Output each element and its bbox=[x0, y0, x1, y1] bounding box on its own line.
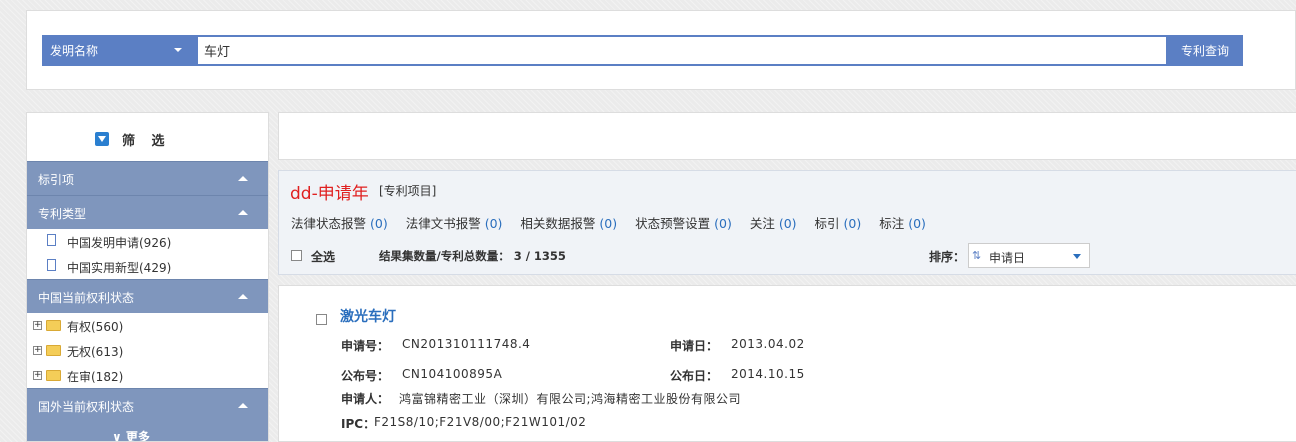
project-tag: [专利项目] bbox=[379, 184, 437, 198]
more-button[interactable]: ∨ 更多 bbox=[27, 422, 268, 442]
section-label: 标引项 bbox=[38, 173, 75, 187]
section-label: 国外当前权利状态 bbox=[38, 400, 135, 414]
app-no-label: 申请号： bbox=[341, 339, 390, 353]
result-checkbox[interactable] bbox=[316, 314, 327, 325]
section-cn-rights-status[interactable]: 中国当前权利状态 bbox=[27, 279, 268, 313]
project-title: dd-申请年 bbox=[290, 184, 369, 204]
select-all-label: 全选 bbox=[311, 250, 336, 264]
expand-plus-icon[interactable]: + bbox=[33, 371, 42, 380]
action-follow[interactable]: 关注 (0) bbox=[750, 216, 797, 231]
sort-label: 排序： bbox=[929, 250, 966, 264]
search-panel: 发明名称 专利查询 bbox=[26, 10, 1296, 90]
chevron-down-icon bbox=[174, 48, 182, 52]
expand-plus-icon[interactable]: + bbox=[33, 321, 42, 330]
filter-item-label: 中国发明申请(926) bbox=[67, 236, 172, 250]
chevron-down-icon bbox=[1073, 254, 1081, 259]
folder-icon bbox=[46, 345, 61, 356]
document-icon bbox=[47, 259, 56, 271]
action-legal-status-alert[interactable]: 法律状态报警 (0) bbox=[291, 216, 388, 231]
search-input[interactable] bbox=[196, 35, 1168, 66]
app-date-value: 2013.04.02 bbox=[731, 337, 805, 351]
filter-item-valid[interactable]: + 有权(560) bbox=[27, 313, 268, 338]
filter-sidebar: 筛 选 标引项 专利类型 中国发明申请(926) 中国实用新型(429) 中国当… bbox=[26, 112, 269, 442]
action-label: 关注 bbox=[749, 216, 775, 231]
action-count: (0) bbox=[599, 216, 618, 231]
folder-icon bbox=[46, 320, 61, 331]
action-annotate[interactable]: 标注 (0) bbox=[879, 216, 926, 231]
patent-search-button[interactable]: 专利查询 bbox=[1167, 35, 1243, 66]
chevron-up-icon[interactable] bbox=[238, 210, 248, 215]
expand-plus-icon[interactable]: + bbox=[33, 346, 42, 355]
filter-item-label: 在审(182) bbox=[67, 370, 124, 384]
document-icon bbox=[47, 234, 56, 246]
filter-item-label: 中国实用新型(429) bbox=[67, 261, 172, 275]
app-date-label: 申请日： bbox=[670, 339, 719, 353]
select-all-checkbox[interactable] bbox=[291, 250, 302, 261]
chevron-up-icon[interactable] bbox=[238, 403, 248, 408]
action-label: 相关数据报警 bbox=[520, 216, 596, 231]
section-label: 专利类型 bbox=[38, 207, 87, 221]
action-label: 法律状态报警 bbox=[291, 216, 367, 231]
action-label: 状态预警设置 bbox=[635, 216, 711, 231]
main-top-panel bbox=[278, 112, 1296, 160]
app-no-value: CN201310111748.4 bbox=[402, 337, 531, 351]
search-field-label: 发明名称 bbox=[50, 44, 99, 58]
filter-item-label: 有权(560) bbox=[67, 320, 124, 334]
action-count: (0) bbox=[778, 216, 797, 231]
sort-value: 申请日 bbox=[989, 251, 1026, 265]
pub-no-label: 公布号： bbox=[341, 369, 390, 383]
more-label: ∨ 更多 bbox=[112, 430, 150, 442]
folder-icon bbox=[46, 370, 61, 381]
sort-icon: ⇅ bbox=[972, 249, 982, 262]
filter-item-label: 无权(613) bbox=[67, 345, 124, 359]
filter-title: 筛 选 bbox=[122, 134, 171, 149]
pub-date-value: 2014.10.15 bbox=[731, 367, 805, 381]
filter-item-pending[interactable]: + 在审(182) bbox=[27, 363, 268, 388]
action-label: 标注 bbox=[879, 216, 905, 231]
result-title-link[interactable]: 激光车灯 bbox=[340, 306, 396, 326]
section-patent-type[interactable]: 专利类型 bbox=[27, 195, 268, 229]
pub-no-value: CN104100895A bbox=[402, 367, 503, 381]
action-status-warning-settings[interactable]: 状态预警设置 (0) bbox=[635, 216, 732, 231]
action-label: 法律文书报警 bbox=[405, 216, 481, 231]
chevron-up-icon[interactable] bbox=[238, 294, 248, 299]
action-count: (0) bbox=[908, 216, 926, 231]
ipc-value: F21S8/10;F21V8/00;F21W101/02 bbox=[374, 415, 587, 429]
filter-icon bbox=[95, 132, 109, 146]
filter-item-cn-invention[interactable]: 中国发明申请(926) bbox=[27, 229, 268, 254]
action-count: (0) bbox=[484, 216, 503, 231]
action-count: (0) bbox=[714, 216, 732, 231]
project-panel: dd-申请年 [专利项目] 法律状态报警 (0) 法律文书报警 (0) 相关数据… bbox=[278, 170, 1296, 275]
project-actions: 法律状态报警 (0) 法律文书报警 (0) 相关数据报警 (0) 状态预警设置 … bbox=[291, 213, 940, 232]
action-label: 标引 bbox=[814, 216, 840, 231]
filter-item-invalid[interactable]: + 无权(613) bbox=[27, 338, 268, 363]
action-count: (0) bbox=[370, 216, 388, 231]
sort-select[interactable]: ⇅ 申请日 bbox=[968, 243, 1090, 268]
applicant-value: 鸿富锦精密工业（深圳）有限公司;鸿海精密工业股份有限公司 bbox=[399, 392, 742, 406]
applicant-label: 申请人： bbox=[341, 392, 390, 406]
action-related-data-alert[interactable]: 相关数据报警 (0) bbox=[520, 216, 617, 231]
section-index-items[interactable]: 标引项 bbox=[27, 161, 268, 195]
chevron-up-icon[interactable] bbox=[238, 176, 248, 181]
result-item: 激光车灯 申请号： CN201310111748.4 申请日： 2013.04.… bbox=[278, 285, 1296, 442]
section-foreign-rights-status[interactable]: 国外当前权利状态 bbox=[27, 388, 268, 422]
action-index[interactable]: 标引 (0) bbox=[815, 216, 862, 231]
section-label: 中国当前权利状态 bbox=[38, 291, 135, 305]
action-legal-doc-alert[interactable]: 法律文书报警 (0) bbox=[406, 216, 503, 231]
ipc-label: IPC： bbox=[341, 417, 376, 431]
filter-item-cn-utility[interactable]: 中国实用新型(429) bbox=[27, 254, 268, 279]
filter-header: 筛 选 bbox=[27, 113, 268, 161]
pub-date-label: 公布日： bbox=[670, 369, 719, 383]
search-field-select[interactable]: 发明名称 bbox=[42, 35, 196, 66]
result-count: 结果集数量/专利总数量： 3 / 1355 bbox=[379, 249, 566, 263]
action-count: (0) bbox=[843, 216, 862, 231]
